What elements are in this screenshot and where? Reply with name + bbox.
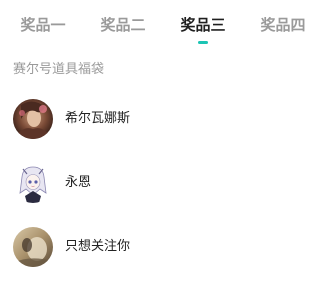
user-avatar[interactable] <box>13 227 53 267</box>
tab-prize-4[interactable]: 奖品四 <box>250 13 316 47</box>
prize-section-title: 赛尔号道具福袋 <box>13 62 105 77</box>
user-avatar[interactable] <box>13 163 53 203</box>
tab-prize-1[interactable]: 奖品一 <box>10 13 76 47</box>
tab-prize-1-label: 奖品一 <box>20 16 66 34</box>
winner-list-item[interactable]: 只想关注你 <box>0 227 334 275</box>
tab-prize-3[interactable]: 奖品三 <box>170 13 236 47</box>
winner-list-item[interactable]: 永恩 <box>0 163 334 211</box>
avatar-image <box>13 163 53 203</box>
active-tab-indicator <box>198 41 208 44</box>
prize-tabs: 奖品一 奖品二 奖品三 奖品四 <box>0 0 334 52</box>
user-avatar[interactable] <box>13 99 53 139</box>
tab-prize-4-label: 奖品四 <box>260 16 306 34</box>
avatar-image <box>13 227 53 267</box>
tab-prize-3-label: 奖品三 <box>180 16 226 34</box>
prize-winners-page: 奖品一 奖品二 奖品三 奖品四 赛尔号道具福袋 希尔瓦娜斯 永恩 只想关注你 <box>0 0 334 289</box>
tab-prize-2-label: 奖品二 <box>100 16 146 34</box>
winner-name: 希尔瓦娜斯 <box>65 111 131 126</box>
avatar-image <box>13 99 53 139</box>
winner-list-item[interactable]: 希尔瓦娜斯 <box>0 99 334 147</box>
winner-name: 只想关注你 <box>65 239 131 254</box>
tab-prize-2[interactable]: 奖品二 <box>90 13 156 47</box>
winner-name: 永恩 <box>65 175 92 190</box>
